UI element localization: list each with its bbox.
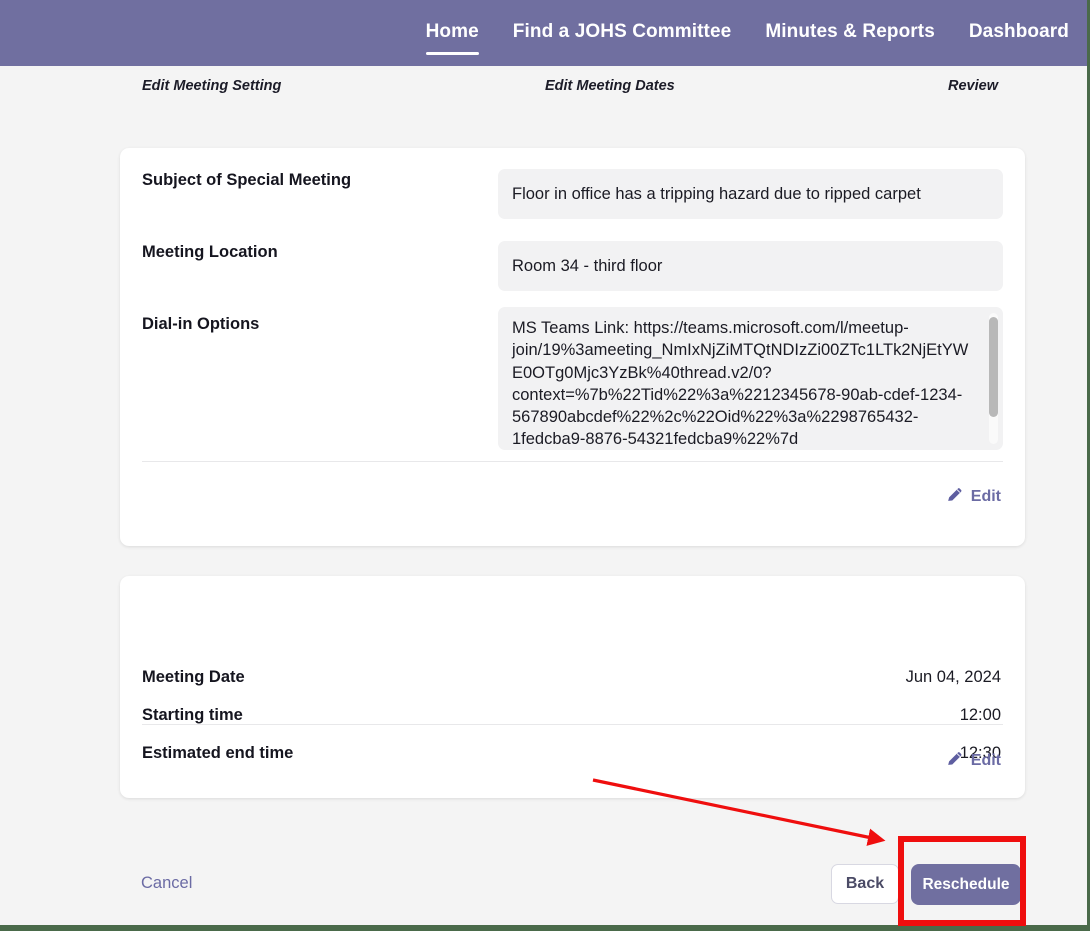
meeting-schedule-card: Meeting Date Jun 04, 2024 Starting time … [120, 576, 1025, 798]
step-edit-meeting-setting[interactable]: Edit Meeting Setting [142, 78, 281, 94]
nav-item-find-a-johs-committee[interactable]: Find a JOHS Committee [513, 21, 732, 46]
pencil-icon [945, 485, 964, 509]
label-subject-of-special-meeting: Subject of Special Meeting [142, 171, 352, 189]
nav-item-home[interactable]: Home [425, 21, 479, 55]
label-meeting-date: Meeting Date [142, 668, 245, 686]
cancel-link[interactable]: Cancel [141, 874, 192, 893]
nav-item-minutes-and-reports[interactable]: Minutes & Reports [765, 21, 935, 46]
wizard-stepper: Edit Meeting Setting Edit Meeting Dates … [0, 66, 1087, 118]
step-edit-meeting-dates[interactable]: Edit Meeting Dates [545, 78, 675, 94]
edit-meeting-schedule-button[interactable]: Edit [945, 749, 1001, 773]
edit-meeting-details-label: Edit [970, 488, 1001, 505]
top-navigation-bar: Home Find a JOHS Committee Minutes & Rep… [0, 0, 1087, 66]
details-card-divider [142, 461, 1003, 462]
dial-in-scrollbar[interactable] [989, 313, 998, 444]
dial-in-scrollbar-thumb[interactable] [989, 317, 998, 417]
value-dial-in-options[interactable]: MS Teams Link: https://teams.microsoft.c… [498, 307, 1003, 450]
label-estimated-end-time: Estimated end time [142, 744, 294, 762]
back-button[interactable]: Back [831, 864, 899, 904]
application-window: Home Find a JOHS Committee Minutes & Rep… [0, 0, 1090, 931]
value-starting-time: 12:00 [959, 706, 1001, 724]
meeting-details-card: Subject of Special Meeting Floor in offi… [120, 148, 1025, 546]
value-subject-of-special-meeting[interactable]: Floor in office has a tripping hazard du… [498, 169, 1003, 219]
label-dial-in-options: Dial-in Options [142, 315, 260, 333]
reschedule-button[interactable]: Reschedule [911, 864, 1021, 905]
label-meeting-location: Meeting Location [142, 243, 278, 261]
page-body: Edit Meeting Setting Edit Meeting Dates … [0, 66, 1087, 925]
edit-meeting-details-button[interactable]: Edit [945, 485, 1001, 509]
value-meeting-location[interactable]: Room 34 - third floor [498, 241, 1003, 291]
label-starting-time: Starting time [142, 706, 243, 724]
step-review[interactable]: Review [948, 78, 998, 94]
edit-meeting-schedule-label: Edit [970, 752, 1001, 769]
schedule-card-divider [142, 724, 1003, 725]
footer-action-bar: Cancel Back Reschedule [0, 846, 1087, 925]
value-meeting-date: Jun 04, 2024 [905, 668, 1001, 686]
nav-item-dashboard[interactable]: Dashboard [969, 21, 1069, 46]
pencil-icon [945, 749, 964, 773]
